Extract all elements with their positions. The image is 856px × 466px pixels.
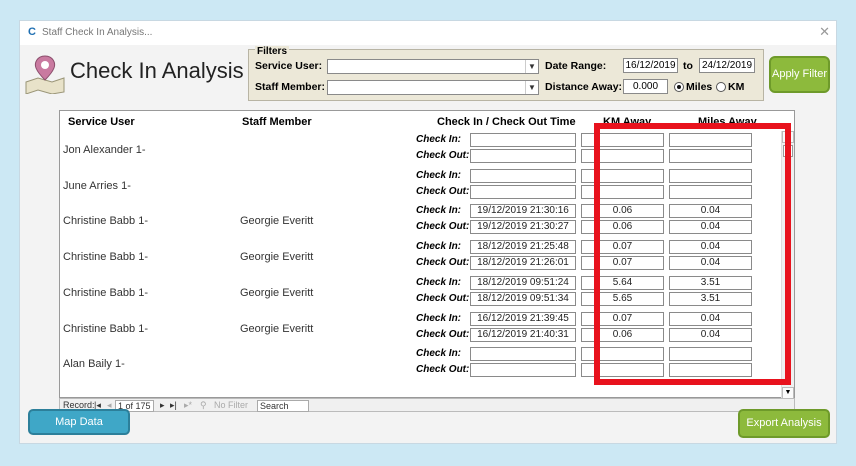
check-out-label: Check Out: xyxy=(416,185,470,197)
check-out-label: Check Out: xyxy=(416,328,470,340)
search-input[interactable]: Search xyxy=(257,400,309,412)
last-record-icon[interactable]: ▸| xyxy=(170,400,177,411)
miles-radio-label: Miles xyxy=(686,81,713,93)
date-to-label: to xyxy=(683,60,693,72)
distance-away-input[interactable]: 0.000 xyxy=(623,79,668,94)
page-title: Check In Analysis xyxy=(70,58,244,83)
close-icon[interactable]: ✕ xyxy=(819,24,830,40)
title-bar: C Staff Check In Analysis... ✕ xyxy=(20,21,836,45)
check-in-time-field[interactable]: 19/12/2019 21:30:16 xyxy=(470,204,576,219)
app-window: C Staff Check In Analysis... ✕ Check In … xyxy=(19,20,837,444)
staff-member-cell: Georgie Everitt xyxy=(240,251,314,264)
distance-away-label: Distance Away: xyxy=(545,81,623,93)
check-in-label: Check In: xyxy=(416,241,462,253)
check-in-label: Check In: xyxy=(416,205,462,217)
date-to-input[interactable]: 24/12/2019 xyxy=(699,58,755,73)
filters-legend: Filters xyxy=(255,46,290,57)
map-data-button[interactable]: Map Data xyxy=(28,409,130,435)
date-range-label: Date Range: xyxy=(545,60,607,72)
check-out-label: Check Out: xyxy=(416,257,470,269)
column-header-staff-member: Staff Member xyxy=(242,116,312,128)
record-navigation-bar: Record: |◂ ◂ 1 of 175 ▸ ▸| ▸* ⚲ No Filte… xyxy=(59,398,795,412)
check-out-label: Check Out: xyxy=(416,150,470,161)
check-in-time-field[interactable] xyxy=(470,133,576,147)
check-out-time-field[interactable] xyxy=(470,184,576,199)
window-title: Staff Check In Analysis... xyxy=(42,27,153,38)
staff-member-select[interactable]: ▼ xyxy=(327,80,539,95)
check-in-label: Check In: xyxy=(416,169,462,181)
service-user-cell: Jon Alexander 1- xyxy=(63,144,146,156)
check-out-time-field[interactable] xyxy=(470,363,576,378)
column-header-check-times: Check In / Check Out Time xyxy=(437,116,576,128)
staff-member-cell: Georgie Everitt xyxy=(240,322,314,335)
service-user-cell: June Arries 1- xyxy=(63,179,131,192)
check-out-label: Check Out: xyxy=(416,221,470,233)
export-analysis-button[interactable]: Export Analysis xyxy=(738,409,830,438)
check-in-time-field[interactable]: 16/12/2019 21:39:45 xyxy=(470,311,576,326)
miles-radio[interactable] xyxy=(674,82,684,92)
check-in-time-field[interactable]: 18/12/2019 09:51:24 xyxy=(470,275,576,290)
check-in-time-field[interactable]: 18/12/2019 21:25:48 xyxy=(470,240,576,255)
check-in-time-field[interactable] xyxy=(470,168,576,183)
header: Check In Analysis Filters Service User: … xyxy=(20,45,836,105)
service-user-cell: Christine Babb 1- xyxy=(63,286,148,299)
filter-icon[interactable]: ⚲ xyxy=(200,400,207,411)
date-from-input[interactable]: 16/12/2019 xyxy=(623,58,678,73)
check-out-time-field[interactable]: 18/12/2019 09:51:34 xyxy=(470,291,576,306)
check-in-time-field[interactable] xyxy=(470,347,576,362)
staff-member-cell: Georgie Everitt xyxy=(240,286,314,299)
next-record-icon[interactable]: ▸ xyxy=(160,400,165,411)
staff-member-cell: Georgie Everitt xyxy=(240,215,314,228)
check-in-label: Check In: xyxy=(416,276,462,288)
service-user-cell: Christine Babb 1- xyxy=(63,215,148,228)
check-in-label: Check In: xyxy=(416,348,462,360)
service-user-cell: Christine Babb 1- xyxy=(63,251,148,264)
service-user-cell: Alan Baily 1- xyxy=(63,358,125,371)
filters-panel: Filters Service User: ▼ Staff Member: ▼ … xyxy=(248,46,764,101)
check-out-time-field[interactable] xyxy=(470,149,576,163)
column-header-service-user: Service User xyxy=(68,116,135,128)
km-radio[interactable] xyxy=(716,82,726,92)
service-user-label: Service User: xyxy=(255,60,323,72)
check-in-label: Check In: xyxy=(416,312,462,324)
chevron-down-icon[interactable]: ▼ xyxy=(525,81,538,94)
new-record-icon[interactable]: ▸* xyxy=(184,400,192,411)
apply-filter-button[interactable]: Apply Filter xyxy=(769,56,830,93)
check-in-label: Check In: xyxy=(416,134,462,145)
check-out-label: Check Out: xyxy=(416,364,470,376)
staff-member-label: Staff Member: xyxy=(255,81,326,93)
km-radio-label: KM xyxy=(728,81,745,93)
check-out-time-field[interactable]: 18/12/2019 21:26:01 xyxy=(470,256,576,271)
check-out-time-field[interactable]: 16/12/2019 21:40:31 xyxy=(470,327,576,342)
app-icon: C xyxy=(28,26,36,38)
check-out-time-field[interactable]: 19/12/2019 21:30:27 xyxy=(470,220,576,235)
chevron-down-icon[interactable]: ▼ xyxy=(525,60,538,73)
check-out-label: Check Out: xyxy=(416,292,470,304)
highlight-box xyxy=(594,123,791,385)
service-user-cell: Christine Babb 1- xyxy=(63,322,148,335)
no-filter-label[interactable]: No Filter xyxy=(214,400,248,410)
map-pin-icon xyxy=(25,55,65,94)
service-user-select[interactable]: ▼ xyxy=(327,59,539,74)
